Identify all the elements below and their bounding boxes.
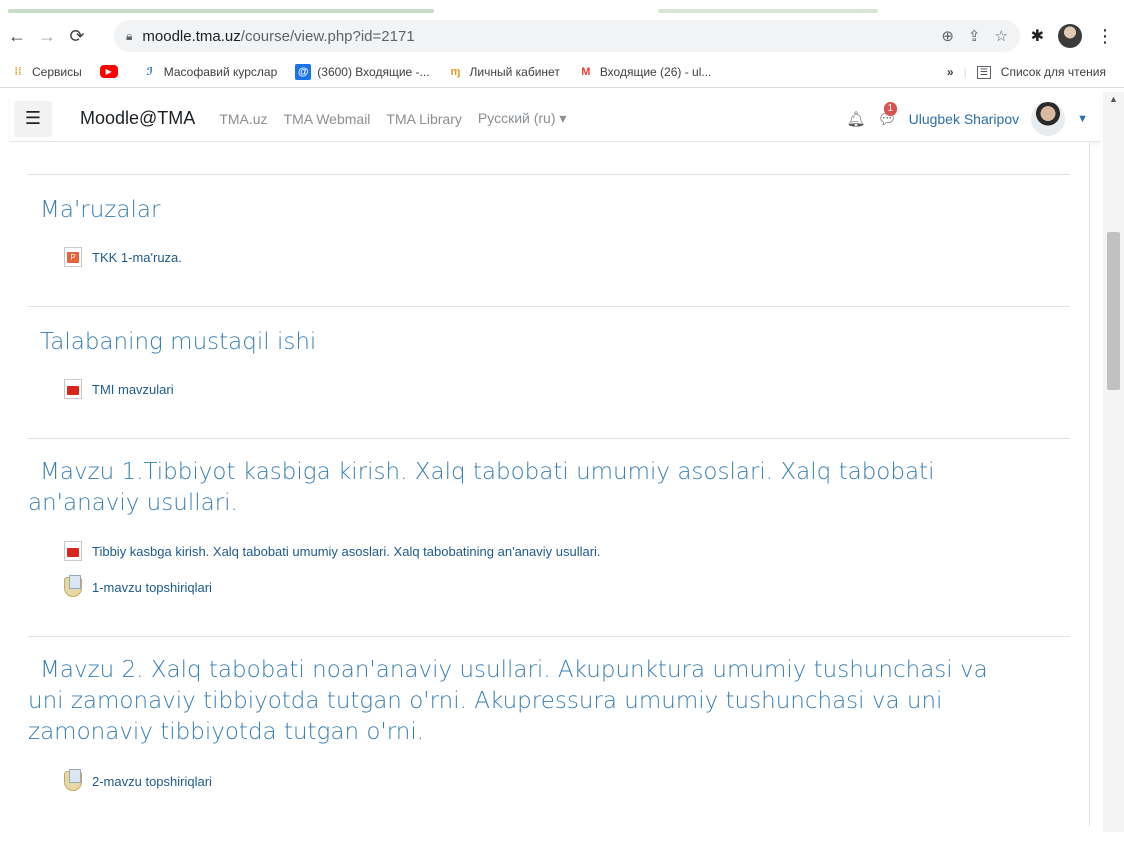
- section-title[interactable]: Mavzu 1.Tibbiyot kasbiga kirish. Xalq ta…: [28, 457, 988, 519]
- activity-link[interactable]: Tibbiy kasbga kirish. Xalq tabobati umum…: [92, 544, 601, 559]
- activity-item[interactable]: 2-mavzu topshiriqlari: [64, 769, 212, 791]
- gmail-icon: M: [581, 65, 591, 78]
- mail-icon: @: [295, 63, 312, 80]
- bell-icon[interactable]: 🔔︎: [847, 110, 866, 128]
- bookmark-services[interactable]: ⁞⁞ Сервисы: [10, 64, 82, 80]
- bookmark-label: (3600) Входящие -...: [317, 64, 430, 79]
- share-icon[interactable]: ⇪: [968, 27, 981, 45]
- scroll-up-arrow-icon[interactable]: ▲: [1109, 94, 1118, 104]
- user-menu-caret-icon[interactable]: ▼: [1077, 113, 1088, 125]
- language-selector[interactable]: Русский (ru) ▾: [478, 110, 567, 127]
- zoom-icon[interactable]: ⊕: [941, 27, 954, 45]
- bookmark-label: Сервисы: [32, 64, 82, 79]
- moodle-navbar: ☰ Moodle@TMA TMA.uz TMA Webmail TMA Libr…: [10, 96, 1100, 142]
- hamburger-icon: ☰: [24, 108, 42, 128]
- active-tab-indicator[interactable]: [8, 9, 434, 13]
- reading-list-button[interactable]: Список для чтения: [1001, 65, 1106, 79]
- section-title[interactable]: Mavzu 2. Xalq tabobati noan'anaviy usull…: [28, 655, 988, 748]
- link-tma-uz[interactable]: TMA.uz: [219, 111, 267, 127]
- site-brand[interactable]: Moodle@TMA: [80, 108, 195, 129]
- bookmark-gmail[interactable]: M Входящие (26) - ul...: [578, 64, 712, 80]
- star-bookmark-icon[interactable]: ☆: [995, 27, 1008, 45]
- pdf-file-icon: [64, 541, 82, 561]
- activity-link[interactable]: 2-mavzu topshiriqlari: [92, 774, 212, 789]
- bookmark-youtube[interactable]: ▶: [99, 65, 124, 78]
- tab-strip: [0, 0, 1124, 16]
- section-title[interactable]: Ma'ruzalar: [40, 195, 160, 226]
- ppt-file-icon: [64, 247, 82, 267]
- course-section: Ma'ruzalar TKK 1-ma'ruza.: [28, 174, 1070, 306]
- activity-item[interactable]: 1-mavzu topshiriqlari: [64, 575, 212, 597]
- page-scrollbar[interactable]: ▲: [1103, 92, 1124, 832]
- course-icon: ℐ: [146, 66, 153, 78]
- more-bookmarks-button[interactable]: »: [947, 65, 954, 79]
- bookmark-label: Входящие (26) - ul...: [599, 64, 712, 79]
- tab-indicator[interactable]: [658, 9, 878, 13]
- extensions-puzzle-icon[interactable]: ✱: [1031, 26, 1044, 46]
- activity-link[interactable]: 1-mavzu topshiriqlari: [92, 580, 212, 595]
- messages-icon[interactable]: 💬︎ 1: [878, 102, 898, 128]
- pdf-file-icon: [64, 379, 82, 399]
- cabinet-icon: ɱ: [450, 65, 461, 78]
- bookmark-courses[interactable]: ℐ Масофавий курслар: [142, 64, 278, 80]
- menu-hamburger-button[interactable]: ☰: [14, 100, 52, 137]
- assignment-icon: [64, 575, 82, 597]
- profile-avatar[interactable]: [1058, 24, 1082, 48]
- url-path: /course/view.php?id=2171: [240, 27, 415, 45]
- activity-item[interactable]: Tibbiy kasbga kirish. Xalq tabobati umum…: [64, 541, 601, 561]
- reload-icon: ⟳: [69, 25, 85, 46]
- scrollbar-thumb[interactable]: [1107, 232, 1120, 390]
- lock-icon: 🔒︎: [126, 28, 133, 43]
- reading-list-icon: ☰: [976, 65, 991, 79]
- back-arrow-icon: ←: [8, 25, 26, 46]
- browser-toolbar: ← → ⟳ 🔒︎ moodle.tma.uz/course/view.php?i…: [0, 16, 1124, 56]
- link-tma-library[interactable]: TMA Library: [386, 111, 461, 127]
- chevron-down-icon: ▾: [559, 110, 567, 126]
- divider: |: [963, 65, 967, 79]
- message-count-badge: 1: [883, 102, 898, 116]
- activity-link[interactable]: TKK 1-ma'ruza.: [92, 250, 182, 265]
- activity-link[interactable]: TMI mavzulari: [92, 382, 174, 397]
- bookmark-label: Личный кабинет: [469, 64, 560, 79]
- activity-item[interactable]: TMI mavzulari: [64, 379, 174, 399]
- bookmark-label: Масофавий курслар: [163, 64, 278, 79]
- address-bar[interactable]: 🔒︎ moodle.tma.uz/course/view.php?id=2171…: [114, 20, 1020, 52]
- activity-item[interactable]: TKK 1-ma'ruza.: [64, 247, 182, 267]
- course-section: Mavzu 1.Tibbiyot kasbiga kirish. Xalq ta…: [28, 438, 1070, 636]
- youtube-icon: ▶: [99, 65, 118, 78]
- link-tma-webmail[interactable]: TMA Webmail: [284, 111, 371, 127]
- course-section: Talabaning mustaqil ishi TMI mavzulari: [28, 306, 1070, 438]
- url-host: moodle.tma.uz: [142, 27, 241, 45]
- course-content: Ma'ruzalar TKK 1-ma'ruza. Talabaning mus…: [10, 142, 1090, 826]
- user-avatar[interactable]: [1031, 102, 1066, 136]
- apps-grid-icon: ⁞⁞: [14, 65, 22, 78]
- language-label: Русский (ru): [477, 110, 556, 126]
- menu-kebab-icon[interactable]: ⋮: [1096, 26, 1114, 47]
- course-section: Mavzu 2. Xalq tabobati noan'anaviy usull…: [28, 636, 1070, 826]
- bookmark-inbox[interactable]: @ (3600) Входящие -...: [295, 63, 430, 80]
- url-text: moodle.tma.uz/course/view.php?id=2171: [142, 28, 414, 45]
- forward-arrow-icon: →: [38, 25, 56, 46]
- assignment-icon: [64, 769, 82, 791]
- bookmarks-bar: ⁞⁞ Сервисы ▶ ℐ Масофавий курслар @ (3600…: [0, 56, 1124, 88]
- bookmark-cabinet[interactable]: ɱ Личный кабинет: [448, 64, 560, 80]
- reload-button[interactable]: ⟳: [62, 21, 92, 51]
- section-title[interactable]: Talabaning mustaqil ishi: [40, 327, 316, 358]
- forward-button[interactable]: →: [32, 21, 62, 51]
- user-name[interactable]: Ulugbek Sharipov: [909, 111, 1020, 127]
- back-button[interactable]: ←: [2, 21, 32, 51]
